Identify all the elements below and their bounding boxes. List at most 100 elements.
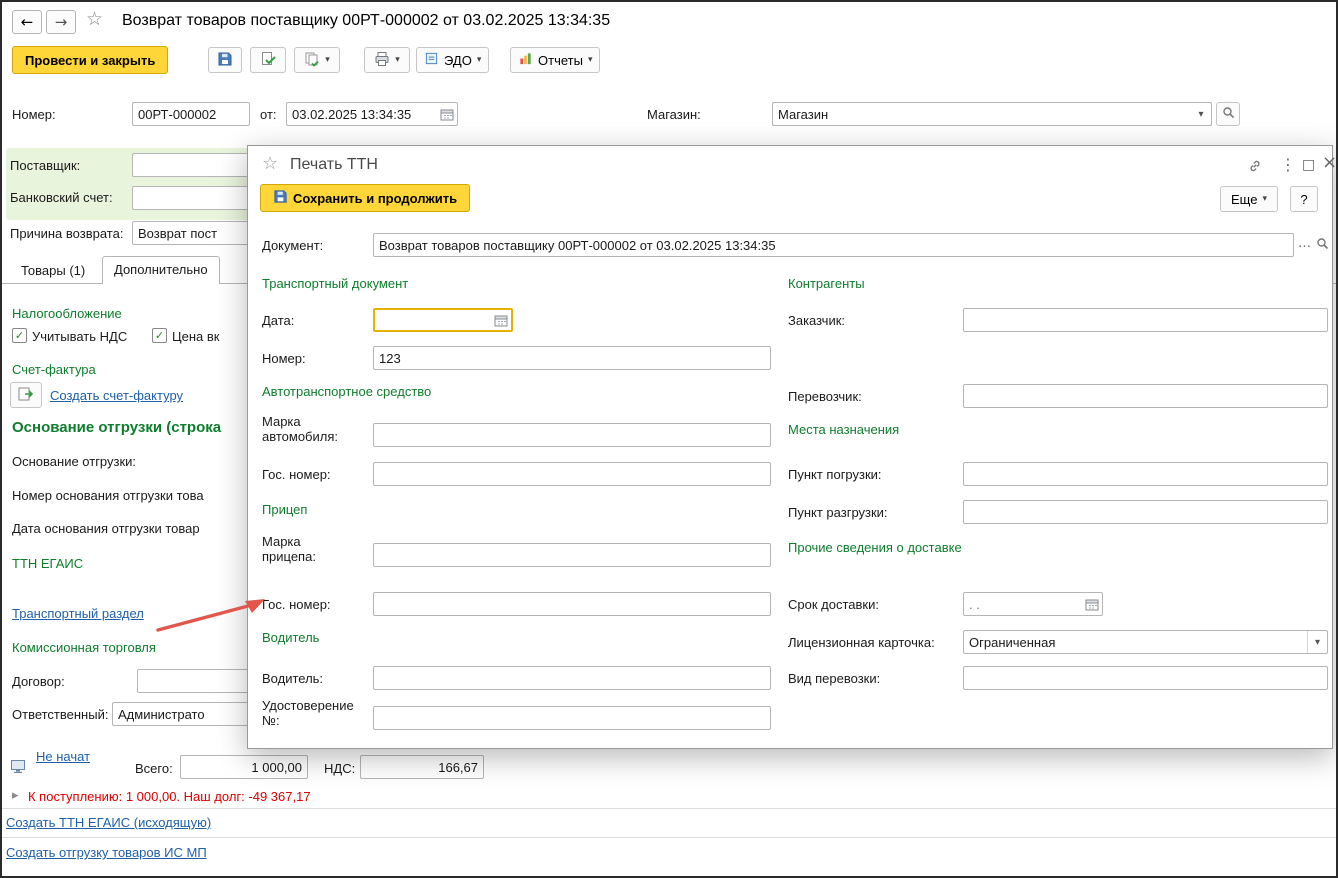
carrier-input[interactable] bbox=[963, 384, 1328, 408]
taxation-title: Налогообложение bbox=[12, 306, 122, 321]
number-label: Номер: bbox=[12, 107, 56, 122]
dialog-favorite-star-icon[interactable]: ☆ bbox=[262, 153, 278, 174]
ttn-print-dialog: ☆ Печать ТТН ⋮ □ × Сохранить и продолжит… bbox=[247, 145, 1336, 749]
delivery-term-input-field[interactable] bbox=[964, 593, 1082, 615]
open-store-button[interactable] bbox=[1216, 102, 1240, 126]
post-button[interactable] bbox=[250, 47, 286, 73]
driver-license-input[interactable] bbox=[373, 706, 771, 730]
driver-license-label: Удостоверение №: bbox=[262, 698, 354, 728]
driver-input[interactable] bbox=[373, 666, 771, 690]
back-button[interactable]: ← bbox=[12, 10, 42, 34]
transport-date-label: Дата: bbox=[262, 313, 295, 328]
shipment-basis-number-label: Номер основания отгрузки това bbox=[12, 488, 204, 503]
create-invoice-link[interactable]: Создать счет-фактуру bbox=[50, 388, 183, 404]
vehicle-number-input[interactable] bbox=[373, 462, 771, 486]
magnifier-icon bbox=[1222, 106, 1235, 122]
window-title: Возврат товаров поставщику 00РТ-000002 о… bbox=[122, 12, 611, 29]
close-icon[interactable]: × bbox=[1322, 153, 1336, 173]
vehicle-brand-input[interactable] bbox=[373, 423, 771, 447]
trailer-number-input[interactable] bbox=[373, 592, 771, 616]
store-input-field[interactable] bbox=[773, 103, 1191, 125]
create-ttn-link[interactable]: Создать ТТН ЕГАИС (исходящую) bbox=[6, 815, 211, 831]
chevron-down-icon[interactable]: ▾ bbox=[1307, 631, 1327, 653]
carrier-label: Перевозчик: bbox=[788, 389, 862, 404]
shipment-basis-label: Основание отгрузки: bbox=[12, 454, 137, 469]
save-and-continue-button[interactable]: Сохранить и продолжить bbox=[260, 184, 471, 212]
link-icon[interactable] bbox=[1248, 159, 1262, 179]
transport-doc-title: Транспортный документ bbox=[262, 276, 409, 291]
document-input[interactable] bbox=[373, 233, 1294, 257]
delivery-term-input[interactable] bbox=[963, 592, 1103, 616]
ttn-egais-title: ТТН ЕГАИС bbox=[12, 556, 84, 571]
transport-section-link[interactable]: Транспортный раздел bbox=[12, 606, 144, 622]
ellipsis-choose-button[interactable]: … bbox=[1298, 236, 1311, 251]
license-card-combo[interactable]: ▾ bbox=[963, 630, 1328, 654]
invoice-title: Счет-фактура bbox=[12, 362, 96, 377]
create-shipment-link[interactable]: Создать отгрузку товаров ИС МП bbox=[6, 845, 207, 861]
print-button[interactable]: ▾ bbox=[364, 47, 410, 73]
vehicle-title: Автотранспортное средство bbox=[262, 384, 432, 399]
unloading-point-label: Пункт разгрузки: bbox=[788, 505, 888, 520]
return-reason-label: Причина возврата: bbox=[10, 226, 124, 241]
tab-goods[interactable]: Товары (1) bbox=[10, 258, 96, 284]
egais-monitor-icon bbox=[10, 759, 26, 777]
unloading-point-input[interactable] bbox=[963, 500, 1328, 524]
favorite-star-icon[interactable]: ☆ bbox=[86, 8, 103, 30]
tab-additional[interactable]: Дополнительно bbox=[102, 256, 220, 284]
vat-total-input[interactable] bbox=[360, 755, 484, 779]
transport-number-input[interactable] bbox=[373, 346, 771, 370]
maximize-icon[interactable]: □ bbox=[1302, 155, 1315, 175]
loading-point-input[interactable] bbox=[963, 462, 1328, 486]
calendar-icon[interactable] bbox=[491, 310, 511, 330]
calendar-icon[interactable] bbox=[1082, 593, 1102, 615]
debt-warning-text: К поступлению: 1 000,00. Наш долг: -49 3… bbox=[28, 789, 311, 804]
menu-dots-icon[interactable]: ⋮ bbox=[1280, 155, 1296, 175]
customer-label: Заказчик: bbox=[788, 313, 846, 328]
transport-kind-label: Вид перевозки: bbox=[788, 671, 881, 686]
total-input[interactable] bbox=[180, 755, 308, 779]
edo-button[interactable]: ЭДО ▾ bbox=[416, 47, 490, 73]
bar-chart-icon bbox=[518, 51, 533, 69]
dialog-title: Печать ТТН bbox=[290, 156, 378, 173]
counterparties-title: Контрагенты bbox=[788, 276, 865, 291]
vat-checkbox[interactable]: ✓ bbox=[12, 328, 27, 343]
help-button[interactable]: ? bbox=[1290, 186, 1318, 212]
transport-date-input[interactable] bbox=[373, 308, 513, 332]
chevron-down-icon: ▾ bbox=[476, 55, 482, 65]
license-card-input-field[interactable] bbox=[964, 631, 1307, 653]
loading-point-label: Пункт погрузки: bbox=[788, 467, 882, 482]
transport-kind-input[interactable] bbox=[963, 666, 1328, 690]
date-input-field[interactable] bbox=[287, 103, 437, 125]
driver-title: Водитель bbox=[262, 630, 320, 645]
edo-button-label: ЭДО bbox=[444, 52, 472, 68]
delivery-term-label: Срок доставки: bbox=[788, 597, 879, 612]
create-based-on-button[interactable]: ▾ bbox=[294, 47, 340, 73]
vat-checkbox-label: Учитывать НДС bbox=[32, 329, 128, 344]
forward-button[interactable]: → bbox=[46, 10, 76, 34]
trailer-brand-input[interactable] bbox=[373, 543, 771, 567]
open-document-button[interactable] bbox=[1316, 237, 1329, 253]
post-and-close-button[interactable]: Провести и закрыть bbox=[12, 46, 169, 74]
date-input[interactable] bbox=[286, 102, 458, 126]
chevron-down-icon[interactable]: ▾ bbox=[1191, 103, 1211, 125]
bank-account-label: Банковский счет: bbox=[10, 190, 113, 205]
store-combo[interactable]: ▾ bbox=[772, 102, 1212, 126]
vat-total-label: НДС: bbox=[324, 761, 356, 776]
trailer-brand-label: Марка прицепа: bbox=[262, 534, 316, 564]
create-invoice-button[interactable] bbox=[10, 382, 42, 408]
number-input[interactable] bbox=[132, 102, 250, 126]
reports-button[interactable]: Отчеты ▾ bbox=[510, 47, 601, 73]
trailer-number-label: Гос. номер: bbox=[262, 597, 331, 612]
price-checkbox-label: Цена вк bbox=[172, 329, 220, 344]
trailer-title: Прицеп bbox=[262, 502, 308, 517]
price-includes-vat-checkbox[interactable]: ✓ bbox=[152, 328, 167, 343]
calendar-icon[interactable] bbox=[437, 103, 457, 125]
reports-button-label: Отчеты bbox=[538, 52, 583, 68]
save-button[interactable] bbox=[208, 47, 242, 73]
customer-input[interactable] bbox=[963, 308, 1328, 332]
egais-status-link[interactable]: Не начат bbox=[36, 749, 90, 765]
transport-date-input-field[interactable] bbox=[375, 310, 491, 330]
responsible-label: Ответственный: bbox=[12, 707, 109, 722]
more-button[interactable]: Еще ▾ bbox=[1220, 186, 1278, 212]
expander-icon[interactable]: ▸ bbox=[12, 788, 19, 803]
